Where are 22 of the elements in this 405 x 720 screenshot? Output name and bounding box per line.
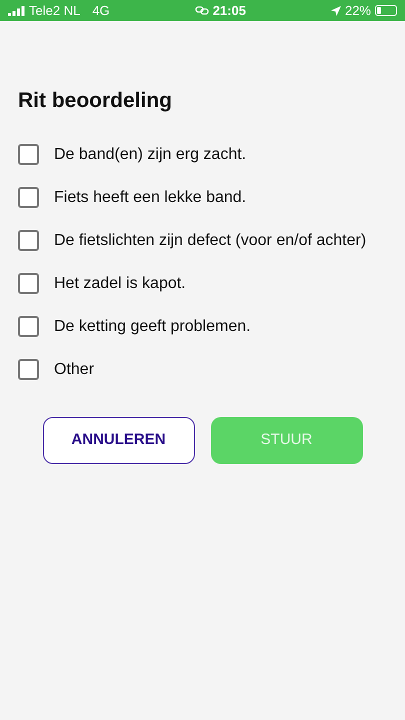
checkbox[interactable] (18, 316, 39, 336)
checkbox[interactable] (18, 144, 39, 164)
option-label[interactable]: Other (54, 358, 94, 380)
clock-time: 21:05 (212, 2, 246, 20)
battery-icon (375, 5, 397, 16)
option-label[interactable]: De ketting geeft problemen. (54, 316, 251, 336)
battery-percentage: 22% (344, 2, 371, 20)
carrier-name: Tele2 NL (29, 2, 80, 20)
option-label[interactable]: De fietslichten zijn defect (voor en/of achter) (54, 230, 366, 250)
option-label[interactable]: Het zadel is kapot. (54, 272, 186, 294)
checkbox[interactable] (18, 230, 39, 250)
checkbox[interactable] (18, 358, 39, 380)
checkbox[interactable] (18, 186, 39, 208)
option-label[interactable]: De band(en) zijn erg zacht. (54, 144, 246, 164)
cancel-button[interactable]: ANNULEREN (42, 416, 194, 464)
checkbox[interactable] (18, 272, 39, 294)
link-icon (194, 6, 209, 15)
option-label[interactable]: Fiets heeft een lekke band. (54, 186, 246, 208)
signal-icon (8, 6, 25, 16)
location-arrow-icon (330, 6, 341, 16)
network-type: 4G (92, 2, 110, 20)
dialog-title: Rit beoordeling (18, 88, 173, 114)
